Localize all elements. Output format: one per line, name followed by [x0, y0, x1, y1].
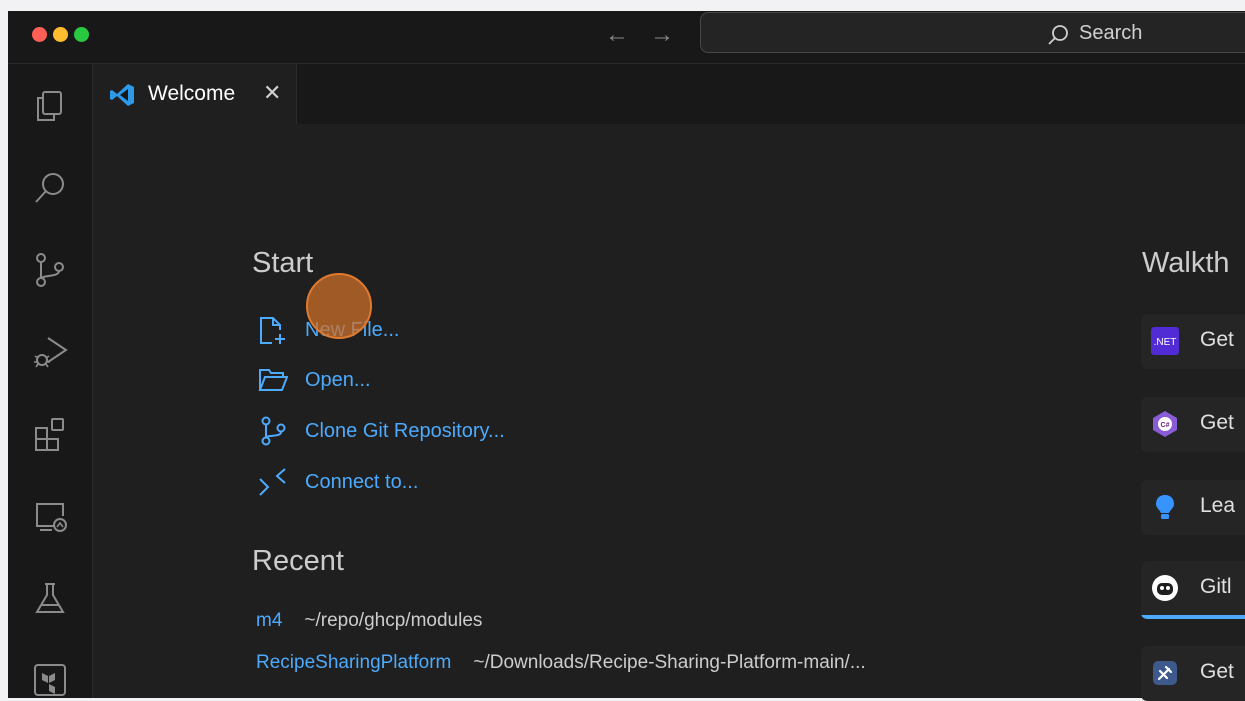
tab-label: Welcome: [148, 82, 236, 105]
start-heading: Start: [252, 247, 314, 279]
recent-item[interactable]: m4 ~/repo/ghcp/modules: [256, 610, 482, 632]
recent-item-name: RecipeSharingPlatform: [256, 652, 452, 673]
command-center-search[interactable]: Search: [700, 12, 1245, 53]
title-bar: ← → Search: [8, 11, 1245, 64]
new-file-icon: [260, 317, 285, 344]
remote-explorer-icon[interactable]: [30, 496, 70, 536]
recent-item-path: ~/repo/ghcp/modules: [304, 610, 483, 631]
source-control-icon[interactable]: [30, 250, 70, 290]
start-item-label: Open...: [305, 369, 371, 391]
recent-item-name: m4: [256, 610, 283, 631]
walkthrough-title: Gitl: [1200, 575, 1232, 598]
back-arrow-icon[interactable]: ←: [605, 21, 629, 49]
walkthrough-card-learn[interactable]: Lea: [1141, 480, 1245, 535]
editor-tab-strip: Welcome ✕: [93, 64, 1245, 124]
walkthrough-progress-bar: [1141, 615, 1245, 619]
recent-item-path: ~/Downloads/Recipe-Sharing-Platform-main…: [473, 652, 866, 673]
mouse-cursor-highlight: [306, 273, 372, 339]
folder-open-icon: [258, 369, 288, 391]
walkthrough-card-tools[interactable]: Get: [1141, 646, 1245, 701]
walkthrough-title: Get: [1200, 660, 1234, 683]
recent-item[interactable]: RecipeSharingPlatform ~/Downloads/Recipe-…: [256, 652, 866, 674]
walkthrough-card-csharp[interactable]: C# Get: [1141, 397, 1245, 452]
copilot-icon: [1152, 575, 1178, 601]
remote-connect-icon: [259, 468, 286, 496]
walkthroughs-heading: Walkth: [1142, 247, 1230, 279]
walkthrough-title: Get: [1200, 411, 1234, 434]
svg-text:.NET: .NET: [1154, 337, 1177, 348]
maximize-window-button[interactable]: [74, 27, 89, 42]
recent-heading: Recent: [252, 545, 344, 577]
forward-arrow-icon[interactable]: →: [650, 21, 674, 49]
run-debug-icon[interactable]: [30, 332, 70, 372]
search-view-icon[interactable]: [30, 168, 70, 208]
tab-welcome[interactable]: Welcome ✕: [93, 64, 297, 124]
tab-close-icon[interactable]: ✕: [263, 80, 281, 106]
explorer-icon[interactable]: [30, 86, 70, 126]
minimize-window-button[interactable]: [53, 27, 68, 42]
search-placeholder: Search: [1079, 22, 1143, 44]
terraform-icon[interactable]: [30, 660, 70, 698]
start-item-label: Connect to...: [305, 471, 419, 493]
vscode-logo-icon: [110, 84, 134, 106]
git-branch-icon: [261, 416, 286, 446]
walkthrough-title: Lea: [1200, 494, 1236, 517]
start-item-label: Clone Git Repository...: [305, 420, 505, 442]
lightbulb-icon: [1156, 495, 1174, 519]
extensions-icon[interactable]: [30, 414, 70, 454]
close-window-button[interactable]: [32, 27, 47, 42]
vscode-window: ← → Search Welcome ✕: [8, 11, 1245, 698]
tools-icon: [1153, 661, 1177, 685]
activity-bar: [8, 64, 93, 698]
search-icon: [1048, 25, 1068, 45]
testing-icon[interactable]: [30, 578, 70, 618]
walkthrough-card-copilot[interactable]: Gitl: [1141, 561, 1245, 619]
walkthrough-title: Get: [1200, 328, 1234, 351]
csharp-icon: C#: [1153, 411, 1177, 437]
walkthrough-card-dotnet[interactable]: .NET Get: [1141, 314, 1245, 369]
svg-text:C#: C#: [1161, 422, 1170, 429]
dotnet-icon: .NET: [1151, 327, 1179, 355]
